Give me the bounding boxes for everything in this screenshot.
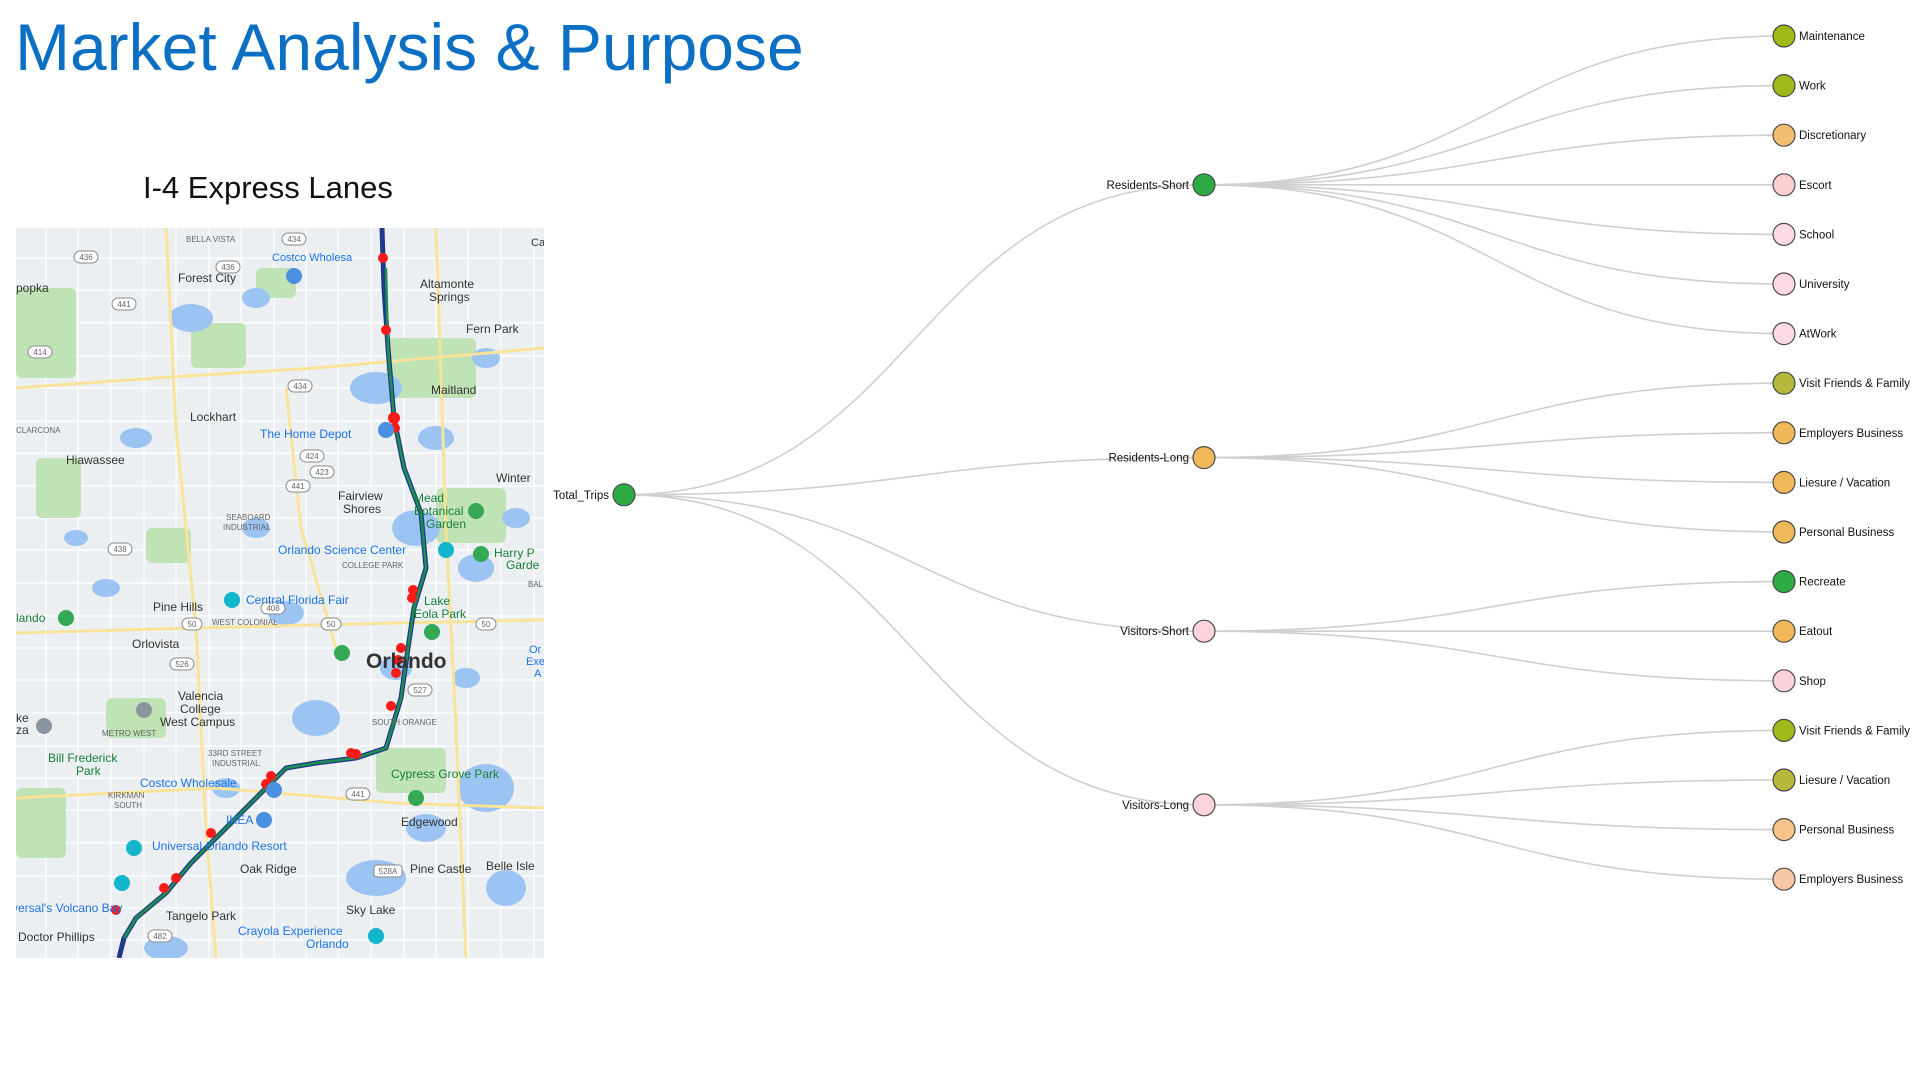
tree-node-vs3[interactable]: Shop — [1772, 669, 1826, 693]
tree-node-label: Visitors-Long — [1122, 800, 1189, 812]
tree-node-circle[interactable] — [1772, 322, 1796, 346]
tree-node-label: Liesure / Vacation — [1799, 775, 1890, 787]
tree-node-circle[interactable] — [1772, 718, 1796, 743]
tree-link — [1203, 630, 1785, 682]
tree-node-label: School — [1799, 229, 1834, 241]
tree-node-label: Escort — [1799, 180, 1832, 192]
tree-node-circle[interactable] — [1772, 520, 1796, 544]
tree-node-vl2[interactable]: Liesure / Vacation — [1772, 768, 1890, 792]
tree-link — [1203, 184, 1785, 285]
tree-node-label: Recreate — [1799, 577, 1846, 589]
tree-node-circle[interactable] — [1772, 619, 1796, 643]
tree-link — [623, 494, 1205, 806]
tree-node-rl1[interactable]: Visit Friends & Family — [1772, 371, 1910, 395]
tree-node-total[interactable]: Total_Trips — [553, 483, 636, 507]
tree-node-label: Visit Friends & Family — [1799, 725, 1910, 737]
tree-node-vl3[interactable]: Personal Business — [1772, 817, 1894, 842]
tree-node-circle[interactable] — [1772, 24, 1796, 48]
tree-node-rs6[interactable]: University — [1772, 272, 1850, 296]
tree-link — [1203, 456, 1785, 533]
tree-link — [1203, 804, 1785, 880]
tree-node-circle[interactable] — [1772, 470, 1796, 494]
tree-node-rs[interactable]: Residents-Short — [1107, 173, 1216, 197]
tree-link — [623, 494, 1205, 632]
tree-node-circle[interactable] — [1192, 619, 1216, 643]
tree-node-circle[interactable] — [1192, 173, 1216, 197]
tree-node-label: Maintenance — [1799, 31, 1865, 43]
tree-node-label: University — [1799, 279, 1850, 291]
tree-node-circle[interactable] — [1772, 817, 1796, 842]
tree-node-label: Discretionary — [1799, 130, 1866, 142]
tree-node-circle[interactable] — [1772, 173, 1796, 197]
tree-node-label: Personal Business — [1799, 527, 1894, 539]
tree-node-label: Visitors-Short — [1120, 626, 1190, 638]
tree-link — [1203, 84, 1785, 186]
tree-node-label: AtWork — [1799, 329, 1837, 341]
tree-node-label: Employers Business — [1799, 428, 1903, 440]
tree-node-rs1[interactable]: Maintenance — [1772, 24, 1865, 48]
tree-node-vs2[interactable]: Eatout — [1772, 619, 1833, 643]
tree-node-vl1[interactable]: Visit Friends & Family — [1772, 718, 1910, 743]
tree-node-label: Residents-Short — [1107, 180, 1190, 192]
tree-node-vl[interactable]: Visitors-Long — [1122, 793, 1216, 817]
tree-node-vs[interactable]: Visitors-Short — [1120, 619, 1216, 643]
tree-node-circle[interactable] — [1772, 371, 1796, 395]
tree-node-circle[interactable] — [1772, 867, 1796, 891]
tree-node-rl2[interactable]: Employers Business — [1772, 421, 1903, 445]
tree-node-rs5[interactable]: School — [1772, 222, 1834, 246]
tree-node-circle[interactable] — [1772, 421, 1796, 445]
tree-node-rs3[interactable]: Discretionary — [1772, 123, 1866, 147]
tree-node-rl3[interactable]: Liesure / Vacation — [1772, 470, 1890, 494]
tree-node-label: Total_Trips — [553, 490, 609, 502]
trip-purpose-tree: Total_Trips Residents-Short Residents-Long… — [553, 24, 1910, 891]
tree-link — [1203, 184, 1785, 335]
tree-link — [1203, 456, 1785, 484]
tree-node-label: Visit Friends & Family — [1799, 378, 1910, 390]
tree-node-rl[interactable]: Residents-Long — [1108, 446, 1216, 470]
tree-link — [1203, 580, 1785, 632]
tree-node-label: Liesure / Vacation — [1799, 477, 1890, 489]
tree-node-rs4[interactable]: Escort — [1772, 173, 1832, 197]
tree-link — [1203, 134, 1785, 186]
tree-link — [1203, 804, 1785, 831]
tree-node-circle[interactable] — [1192, 446, 1216, 470]
tree-node-label: Residents-Long — [1108, 453, 1189, 465]
tree-link — [1203, 729, 1785, 806]
tree-node-circle[interactable] — [1192, 793, 1216, 817]
tree-node-label: Shop — [1799, 676, 1826, 688]
tree-node-circle[interactable] — [1772, 768, 1796, 792]
tree-node-rs7[interactable]: AtWork — [1772, 322, 1837, 346]
tree-node-vs1[interactable]: Recreate — [1772, 569, 1846, 594]
tree-node-circle[interactable] — [1772, 569, 1796, 594]
tree-node-circle[interactable] — [1772, 669, 1796, 693]
tree-node-circle[interactable] — [1772, 272, 1796, 296]
tree-node-label: Work — [1799, 81, 1826, 93]
tree-node-vl4[interactable]: Employers Business — [1772, 867, 1903, 891]
tree-node-label: Eatout — [1799, 626, 1833, 638]
tree-link — [623, 184, 1205, 496]
tree-node-circle[interactable] — [1772, 73, 1796, 98]
tree-node-rs2[interactable]: Work — [1772, 73, 1826, 98]
tree-node-circle[interactable] — [1772, 123, 1796, 147]
tree-node-rl4[interactable]: Personal Business — [1772, 520, 1894, 544]
tree-node-label: Personal Business — [1799, 825, 1894, 837]
tree-link — [1203, 432, 1785, 459]
tree-node-label: Employers Business — [1799, 874, 1903, 886]
tree-node-circle[interactable] — [612, 483, 636, 507]
tree-node-circle[interactable] — [1772, 222, 1796, 246]
tree-link — [1203, 184, 1785, 236]
tree-link — [1203, 779, 1785, 806]
tree-link — [1203, 35, 1785, 186]
tree-link — [1203, 382, 1785, 459]
